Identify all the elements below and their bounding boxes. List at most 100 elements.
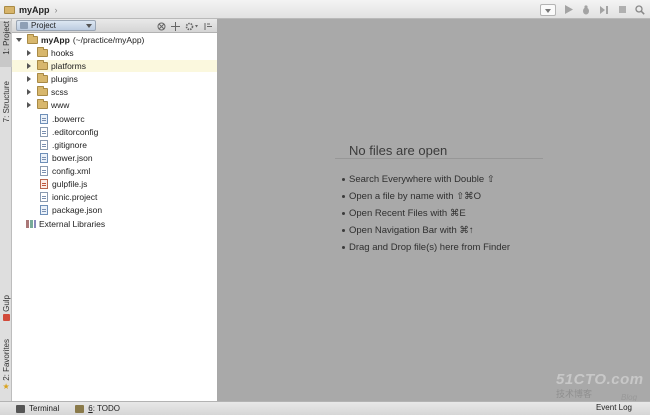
tree-file[interactable]: bower.json	[12, 152, 217, 164]
editor-area[interactable]: No files are open Search Everywhere with…	[218, 19, 650, 402]
project-view-icon	[20, 22, 28, 29]
folder-label: plugins	[51, 74, 78, 84]
bullet-icon	[342, 178, 345, 181]
text-file-icon	[40, 192, 48, 202]
navigation-bar: myApp ›	[0, 0, 650, 19]
tab-gulp[interactable]: Gulp	[0, 295, 12, 329]
folder-icon	[37, 86, 48, 96]
stop-icon[interactable]	[616, 4, 628, 16]
config-file-icon	[40, 114, 48, 124]
hint-item: Search Everywhere with Double ⇧	[342, 171, 510, 188]
chevron-right-icon[interactable]	[27, 50, 31, 56]
hint-item: Open Recent Files with ⌘E	[342, 205, 510, 222]
hint-text: Drag and Drop file(s) here from Finder	[349, 242, 511, 253]
tree-file[interactable]: .gitignore	[12, 139, 217, 151]
folder-icon	[37, 99, 48, 109]
scroll-from-source-icon[interactable]	[157, 22, 166, 31]
bullet-icon	[342, 195, 345, 198]
run-icon[interactable]	[562, 4, 574, 16]
tab-structure[interactable]: 7: Structure	[0, 81, 12, 135]
json-file-icon	[40, 205, 48, 215]
tree-file[interactable]: .editorconfig	[12, 126, 217, 138]
tab-project[interactable]: 1: Project	[0, 21, 12, 67]
tree-file[interactable]: config.xml	[12, 165, 217, 177]
tree-file[interactable]: package.json	[12, 204, 217, 216]
gulp-icon	[2, 313, 10, 321]
hint-text: Open a file by name with ⇧⌘O	[349, 191, 482, 202]
tab-favorites-label: 2: Favorites	[1, 339, 11, 381]
project-view-dropdown[interactable]: Project	[16, 20, 96, 31]
run-config-dropdown[interactable]	[540, 3, 556, 16]
folder-icon	[27, 34, 38, 44]
tab-terminal[interactable]: Terminal	[16, 404, 59, 413]
file-label: .bowerrc	[52, 114, 85, 124]
breadcrumb-separator: ›	[54, 4, 58, 15]
gulp-file-icon	[40, 179, 48, 189]
tree-folder-scss[interactable]: scss	[12, 86, 217, 98]
empty-editor-title: No files are open	[349, 143, 448, 158]
project-panel-tools	[157, 20, 213, 32]
library-icon	[26, 220, 36, 228]
editor-hints: Search Everywhere with Double ⇧ Open a f…	[342, 171, 510, 256]
folder-label: platforms	[51, 61, 86, 71]
project-panel: Project myApp (~/practice/myApp) hooks p…	[12, 19, 218, 401]
chevron-right-icon[interactable]	[27, 89, 31, 95]
terminal-icon	[16, 404, 25, 413]
project-view-label: Project	[31, 21, 56, 30]
file-label: .gitignore	[52, 140, 87, 150]
tree-file[interactable]: gulpfile.js	[12, 178, 217, 190]
breadcrumb-project[interactable]: myApp	[19, 5, 50, 15]
tab-todo[interactable]: 6 : TODO	[75, 404, 120, 413]
tree-file[interactable]: .bowerrc	[12, 113, 217, 125]
tree-folder-plugins[interactable]: plugins	[12, 73, 217, 85]
coverage-icon[interactable]	[598, 4, 610, 16]
folder-icon	[37, 47, 48, 57]
file-label: .editorconfig	[52, 127, 99, 137]
tree-folder-www[interactable]: www	[12, 99, 217, 111]
bullet-icon	[342, 229, 345, 232]
debug-icon[interactable]	[580, 4, 592, 16]
todo-label: : TODO	[92, 404, 120, 413]
text-file-icon	[40, 127, 48, 137]
hide-panel-icon[interactable]	[204, 22, 213, 31]
left-tool-strip: 1: Project 7: Structure Gulp 2: Favorite…	[0, 19, 12, 401]
watermark-text: 51CTO.com	[556, 371, 644, 388]
tree-root[interactable]: myApp (~/practice/myApp)	[12, 34, 217, 46]
file-label: package.json	[52, 205, 103, 215]
run-toolbar	[540, 2, 646, 17]
xml-file-icon	[40, 166, 48, 176]
breadcrumb[interactable]: myApp ›	[4, 3, 58, 16]
tab-structure-label: 7: Structure	[1, 81, 11, 123]
divider	[335, 158, 543, 159]
collapse-all-icon[interactable]	[171, 21, 180, 31]
file-label: bower.json	[52, 153, 93, 163]
tab-favorites[interactable]: 2: Favorites ★	[0, 339, 12, 393]
hint-item: Drag and Drop file(s) here from Finder	[342, 239, 510, 256]
folder-label: www	[51, 100, 70, 110]
event-log-button[interactable]: Event Log	[596, 403, 632, 412]
project-panel-header: Project	[12, 19, 217, 33]
chevron-right-icon[interactable]	[27, 63, 31, 69]
hint-text: Open Recent Files with ⌘E	[349, 208, 466, 219]
hint-item: Open a file by name with ⇧⌘O	[342, 188, 510, 205]
file-label: ionic.project	[52, 192, 98, 202]
chevron-down-icon[interactable]	[16, 38, 22, 42]
file-label: config.xml	[52, 166, 91, 176]
search-icon[interactable]	[634, 4, 646, 16]
tree-external-libraries[interactable]: External Libraries	[12, 218, 217, 230]
text-file-icon	[40, 140, 48, 150]
terminal-label: Terminal	[29, 404, 60, 413]
file-label: gulpfile.js	[52, 179, 88, 189]
chevron-right-icon[interactable]	[27, 76, 31, 82]
folder-icon	[37, 73, 48, 83]
tree-file[interactable]: ionic.project	[12, 191, 217, 203]
hint-text: Search Everywhere with Double ⇧	[349, 174, 495, 185]
chevron-down-icon	[86, 24, 92, 28]
settings-gear-icon[interactable]	[185, 22, 199, 31]
chevron-right-icon[interactable]	[27, 102, 31, 108]
external-libraries-label: External Libraries	[39, 219, 106, 229]
folder-label: scss	[51, 87, 68, 97]
folder-label: hooks	[51, 48, 74, 58]
tree-folder-platforms[interactable]: platforms	[12, 60, 217, 72]
tree-folder-hooks[interactable]: hooks	[12, 47, 217, 59]
